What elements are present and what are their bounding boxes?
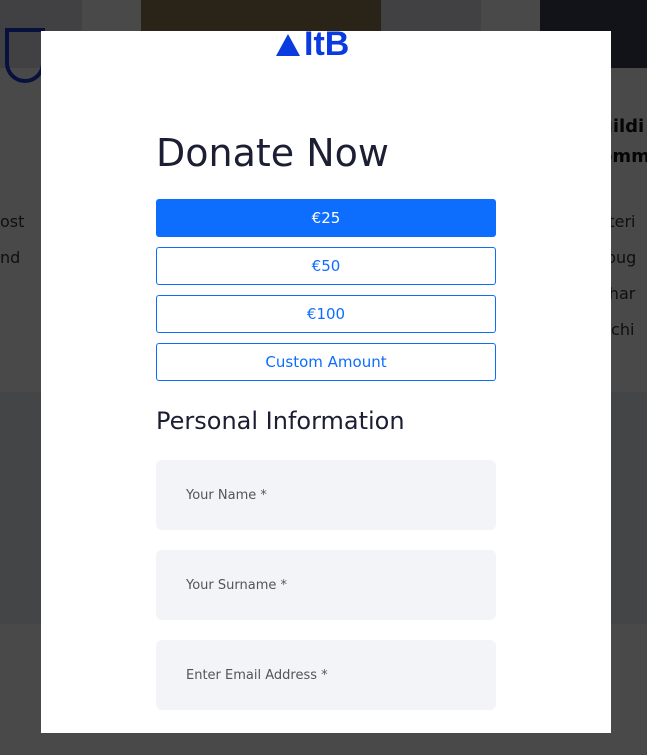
- amount-25-button[interactable]: €25: [156, 199, 496, 237]
- donate-modal: ItB Donate Now €25 €50 €100 Custom Amoun…: [41, 31, 611, 733]
- custom-amount-button[interactable]: Custom Amount: [156, 343, 496, 381]
- modal-title: Donate Now: [156, 131, 389, 175]
- surname-field[interactable]: Your Surname *: [156, 550, 496, 620]
- personal-info-heading: Personal Information: [156, 407, 405, 435]
- amount-100-button[interactable]: €100: [156, 295, 496, 333]
- logo-text: ItB: [304, 31, 350, 63]
- logo-icon: [276, 33, 300, 56]
- email-field[interactable]: Enter Email Address *: [156, 640, 496, 710]
- amount-50-button[interactable]: €50: [156, 247, 496, 285]
- logo: ItB: [276, 31, 349, 64]
- name-field[interactable]: Your Name *: [156, 460, 496, 530]
